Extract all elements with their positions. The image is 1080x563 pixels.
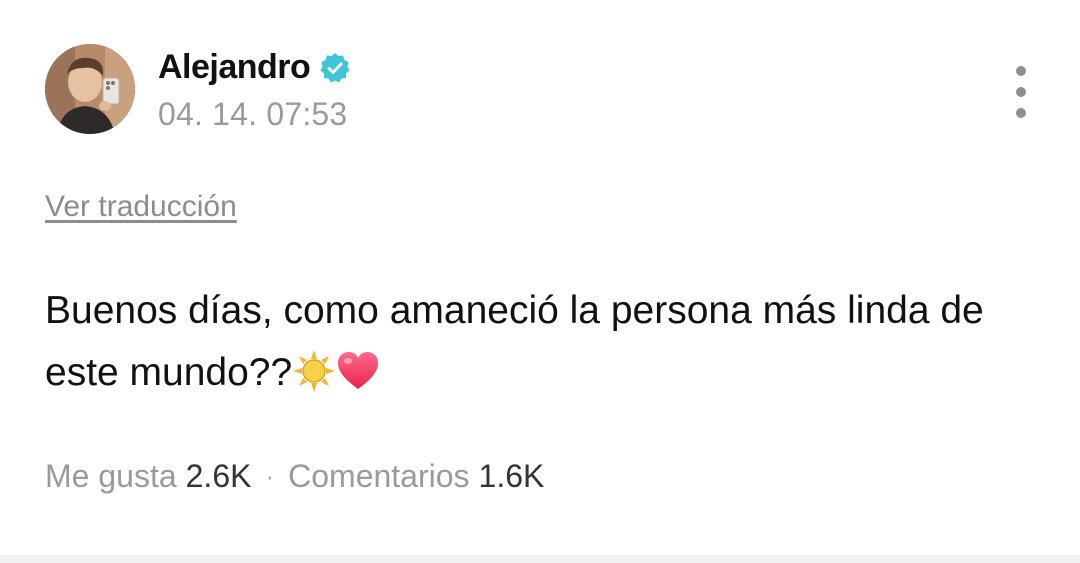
section-divider bbox=[0, 555, 1080, 563]
more-vertical-icon-dot bbox=[1016, 108, 1026, 118]
translate-link[interactable]: Ver traducción bbox=[45, 190, 237, 224]
comments-label: Comentarios bbox=[288, 458, 470, 494]
post-timestamp: 04. 14. 07:53 bbox=[158, 96, 348, 132]
post-stats: Me gusta 2.6K · Comentarios 1.6K bbox=[45, 458, 544, 495]
likes-count: 2.6K bbox=[185, 458, 252, 494]
more-vertical-icon bbox=[1016, 66, 1026, 76]
more-options-button[interactable] bbox=[1003, 66, 1039, 118]
profile-photo bbox=[45, 44, 135, 134]
likes-stat[interactable]: Me gusta 2.6K bbox=[45, 458, 251, 495]
post-body: Buenos días, como amaneció la persona má… bbox=[45, 280, 1035, 404]
red-heart-emoji bbox=[336, 349, 380, 393]
post-body-text: Buenos días, como amaneció la persona má… bbox=[45, 289, 984, 394]
comments-stat[interactable]: Comentarios 1.6K bbox=[288, 458, 544, 495]
likes-label: Me gusta bbox=[45, 458, 177, 494]
stats-separator: · bbox=[265, 461, 275, 491]
verified-badge-icon bbox=[318, 51, 352, 85]
author-name-row[interactable]: Alejandro bbox=[158, 48, 352, 87]
sun-emoji bbox=[292, 349, 336, 393]
more-vertical-icon-dot bbox=[1016, 87, 1026, 97]
author-name[interactable]: Alejandro bbox=[158, 48, 311, 87]
comments-count: 1.6K bbox=[478, 458, 545, 494]
avatar[interactable] bbox=[45, 44, 135, 134]
